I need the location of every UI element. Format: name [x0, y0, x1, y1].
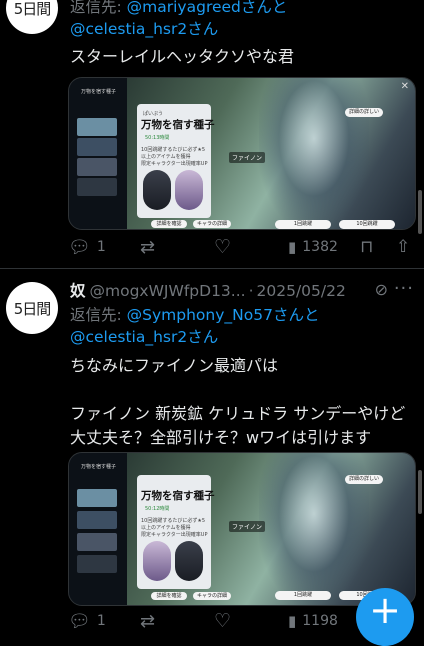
views-icon: ▮	[288, 238, 297, 256]
reply-button[interactable]: 💬︎ 1	[68, 237, 106, 258]
tweet-header: 奴 @mogxWJWfpD13... · 2025/05/22	[70, 280, 416, 302]
banner-desc: 限定キャラクター出現確率UP	[141, 532, 208, 538]
character-detail-button[interactable]: キャラの詳細	[193, 592, 231, 600]
warp-one-button[interactable]: 1回跳躍	[275, 220, 331, 229]
plus-icon: +	[369, 588, 401, 632]
grok-icon[interactable]: ⊘	[375, 280, 388, 299]
banner-thumb[interactable]	[77, 178, 117, 196]
banner-title: 万物を宿す種子	[141, 490, 215, 502]
views-button[interactable]: ▮ 1198	[288, 612, 338, 630]
character-portrait	[143, 170, 171, 210]
reply-to-line: 返信先: @Symphony_No57さんと @celestia_hsr2さん	[70, 304, 416, 348]
banner-panel: ぱいぷう 万物を宿す種子 50:13時間 10回跳躍するたびに必ず★5 以上のア…	[137, 104, 215, 218]
reply-prefix: 返信先:	[70, 306, 127, 324]
banner-desc: 10回跳躍するたびに必ず★5	[141, 518, 206, 524]
game-sidebar: 万物を宿す種子	[69, 78, 127, 229]
reply-count: 1	[96, 239, 106, 255]
detail-button[interactable]: 詳細を確認	[151, 220, 187, 228]
banner-thumb[interactable]	[77, 158, 117, 176]
reply-user-link[interactable]: @mariyagreed	[127, 0, 241, 16]
banner-panel: 万物を宿す種子 50:12時間 10回跳躍するたびに必ず★5 以上のアイテムを獲…	[137, 475, 215, 589]
heart-icon: ♡	[214, 610, 232, 632]
banner-thumb[interactable]	[77, 489, 117, 507]
retweet-button[interactable]: ⇄	[140, 237, 161, 258]
reply-suffix: さん	[187, 328, 219, 346]
date[interactable]: 2025/05/22	[257, 280, 346, 302]
detail-button[interactable]: 詳細を確認	[151, 592, 187, 600]
retweet-icon: ⇄	[140, 236, 156, 258]
banner-kana: ぱいぷう	[143, 111, 164, 117]
reply-user-link-2[interactable]: @celestia_hsr2	[70, 328, 187, 346]
banner-thumb[interactable]	[77, 555, 117, 573]
display-name[interactable]: 奴	[70, 280, 86, 302]
reply-to-line: 返信先: @mariyagreedさんと @celestia_hsr2さん	[70, 0, 416, 40]
reply-user-link[interactable]: @Symphony_No57	[127, 306, 273, 324]
retweet-icon: ⇄	[140, 610, 156, 632]
tweet-text: スターレイルヘッタクソやな君	[70, 47, 295, 66]
character-portrait	[143, 541, 171, 581]
banner-desc: 限定キャラクター出現確率UP	[141, 161, 208, 167]
like-button[interactable]: ♡	[214, 610, 237, 632]
avatar[interactable]: 5日間	[6, 0, 58, 34]
like-button[interactable]: ♡	[214, 236, 237, 258]
character-portrait	[175, 170, 203, 210]
game-sidebar: 万物を宿す種子	[69, 453, 127, 605]
reply-user-link-2[interactable]: @celestia_hsr2	[70, 20, 187, 38]
banner-title: 万物を宿す種子	[141, 119, 215, 131]
reply-join: さんと	[240, 0, 288, 16]
banner-time-tag: 50:12時間	[145, 506, 170, 512]
character-portrait	[175, 541, 203, 581]
game-header-label: 万物を宿す種子	[81, 464, 117, 470]
game-character-art	[259, 78, 369, 229]
banner-desc: 以上のアイテムを獲得	[141, 525, 191, 531]
views-count: 1382	[302, 239, 338, 255]
reply-icon: 💬︎	[68, 610, 91, 632]
banner-thumb[interactable]	[77, 118, 117, 136]
tweet-image[interactable]: 万物を宿す種子 万物を宿す種子 50:12時間 10回跳躍するたびに必ず★5 以…	[68, 452, 416, 606]
top-right-button[interactable]: 詳細の詳しい	[345, 475, 383, 484]
top-right-button[interactable]: 詳細の詳しい	[345, 108, 383, 117]
reply-button[interactable]: 💬︎ 1	[68, 611, 106, 632]
views-button[interactable]: ▮ 1382	[288, 238, 338, 256]
banner-desc: 以上のアイテムを獲得	[141, 154, 191, 160]
character-detail-button[interactable]: キャラの詳細	[193, 220, 231, 228]
character-name-tag: ファイノン	[229, 521, 266, 532]
warp-one-button[interactable]: 1回跳躍	[275, 591, 331, 600]
avatar-text: 5日間	[13, 299, 52, 318]
views-icon: ▮	[288, 612, 297, 630]
bookmark-icon[interactable]: ⊓	[360, 237, 373, 257]
avatar[interactable]: 5日間	[6, 282, 58, 334]
reply-count: 1	[96, 613, 106, 629]
banner-thumb[interactable]	[77, 511, 117, 529]
avatar-text: 5日間	[13, 0, 52, 18]
reply-prefix: 返信先:	[70, 0, 127, 16]
views-count: 1198	[302, 613, 338, 629]
tweet-image[interactable]: 万物を宿す種子 ぱいぷう 万物を宿す種子 50:13時間 10回跳躍するたびに必…	[68, 77, 416, 230]
separator: ·	[248, 282, 254, 300]
reply-join: さんと	[272, 306, 320, 324]
reply-icon: 💬︎	[68, 236, 91, 258]
heart-icon: ♡	[214, 236, 232, 258]
game-header-label: 万物を宿す種子	[81, 89, 117, 95]
banner-thumb[interactable]	[77, 138, 117, 156]
banner-desc: 10回跳躍するたびに必ず★5	[141, 147, 206, 153]
tweet-actions: 💬︎ 1 ⇄ ♡ ▮ 1382 ⊓ ⇧	[68, 235, 414, 259]
handle[interactable]: @mogxWJWfpD13...	[90, 280, 246, 302]
tweet-1[interactable]: 5日間 返信先: @mariyagreedさんと @celestia_hsr2さ…	[0, 0, 424, 268]
close-icon[interactable]: ✕	[401, 81, 409, 92]
warp-ten-button[interactable]: 10回跳躍	[339, 220, 395, 229]
scrollbar[interactable]	[418, 470, 422, 514]
compose-button[interactable]: +	[356, 588, 414, 646]
character-name-tag: ファイノン	[229, 152, 266, 163]
scrollbar[interactable]	[418, 190, 422, 234]
tweet-text: ちなみにファイノン最適パは ファイノン 新炭鉱 ケリュドラ サンデーやけど 大丈…	[70, 356, 406, 447]
banner-thumb[interactable]	[77, 533, 117, 551]
reply-suffix: さん	[187, 20, 219, 38]
banner-time-tag: 50:13時間	[145, 135, 170, 141]
tweet-2[interactable]: 5日間 奴 @mogxWJWfpD13... · 2025/05/22 返信先:…	[0, 268, 424, 632]
more-options-icon[interactable]: ···	[394, 278, 414, 299]
retweet-button[interactable]: ⇄	[140, 611, 161, 632]
share-icon[interactable]: ⇧	[396, 237, 410, 257]
